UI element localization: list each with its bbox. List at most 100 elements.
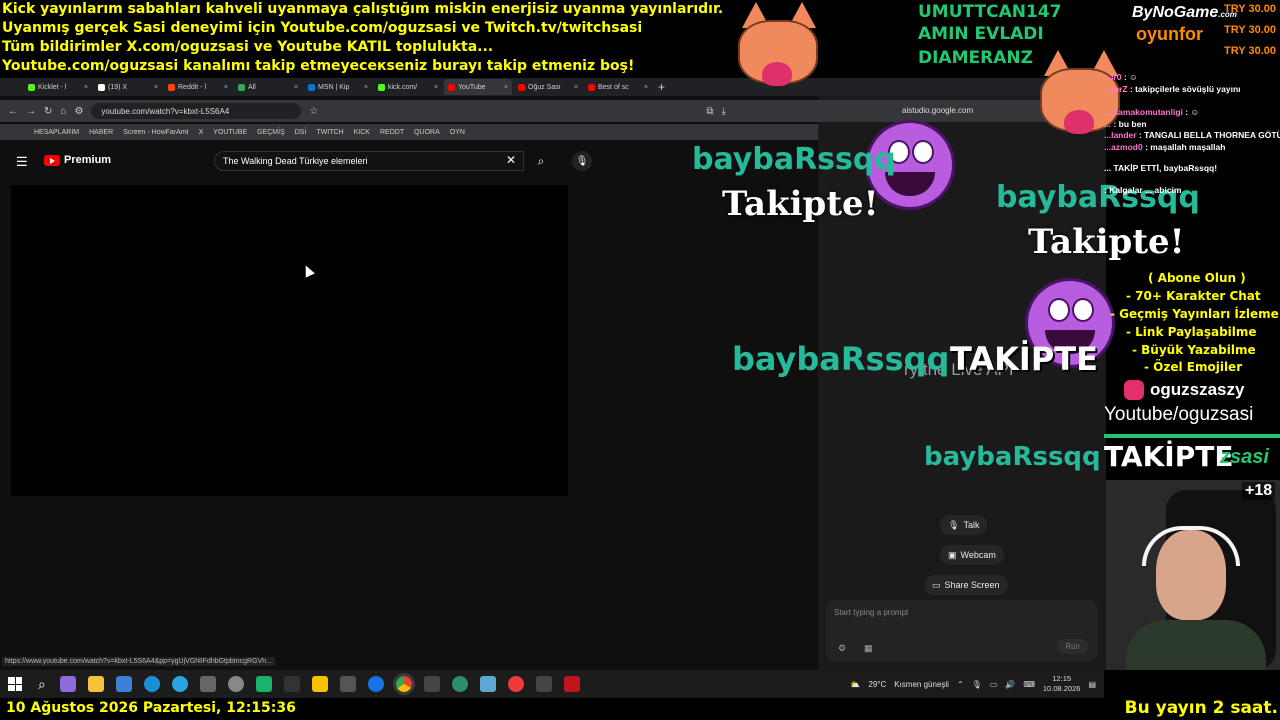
- edge-icon[interactable]: [171, 676, 188, 692]
- keyboard-icon[interactable]: ⌨: [1023, 680, 1035, 689]
- tab-2[interactable]: (19) X ×: [94, 79, 162, 95]
- network-icon[interactable]: ▭: [990, 680, 998, 689]
- obs-app-icon[interactable]: [563, 676, 580, 692]
- search-icon[interactable]: ⌕: [38, 676, 46, 693]
- banner-line-2: Uyanmış gerçek Sasi deneyimi için Youtub…: [2, 20, 643, 36]
- video-player[interactable]: [10, 184, 569, 497]
- camera-app-icon[interactable]: [199, 676, 216, 692]
- clock[interactable]: 12:15 10.08.2026: [1043, 674, 1081, 694]
- tab-3[interactable]: Reddit - l ×: [164, 79, 232, 95]
- bookmark-item[interactable]: KICK: [354, 129, 370, 136]
- check-app-icon[interactable]: [339, 676, 356, 692]
- tab-7[interactable]: YouTube ×: [444, 79, 512, 95]
- tab-6[interactable]: kick.com/ ×: [374, 79, 442, 95]
- triangle-app-icon[interactable]: [283, 676, 300, 692]
- forward-icon[interactable]: →: [26, 106, 36, 117]
- close-icon[interactable]: ×: [434, 84, 438, 91]
- tab-9[interactable]: Best of sc ×: [584, 79, 652, 95]
- hamburger-menu-icon[interactable]: ☰: [16, 154, 28, 170]
- url-field[interactable]: youtube.com/watch?v=kbxt-L5S6A4: [91, 103, 302, 119]
- back-icon[interactable]: ←: [8, 106, 18, 117]
- chat-text: : takipçilerle sövüşlü yayını: [1129, 83, 1241, 94]
- close-icon[interactable]: ×: [644, 84, 648, 91]
- chat-username: ...ir0: [1104, 72, 1122, 82]
- search-input[interactable]: The Walking Dead Türkiye elemeleri: [214, 151, 524, 171]
- new-tab-icon[interactable]: +: [658, 80, 665, 94]
- microphone-tray-icon[interactable]: 🎙: [972, 680, 982, 689]
- refresh-app-icon[interactable]: [451, 676, 468, 692]
- folder-icon[interactable]: [87, 676, 104, 692]
- promo-item: - 70+ Karakter Chat: [1126, 289, 1261, 303]
- tab-5[interactable]: MSN | Kip ×: [304, 79, 372, 95]
- youtube-play-icon: [44, 154, 60, 166]
- bookmark-item[interactable]: Screen - HowFarAmI: [123, 129, 188, 136]
- close-icon[interactable]: ×: [294, 84, 298, 91]
- run-button[interactable]: Run: [1057, 639, 1088, 654]
- start-icon[interactable]: [8, 677, 22, 691]
- sponsor-brand: ByNoGame: [1132, 4, 1219, 21]
- chat-username: ...torZ: [1104, 83, 1128, 94]
- bookmark-item[interactable]: REDDT: [380, 129, 404, 136]
- downloads-icon[interactable]: ⤓: [722, 106, 726, 117]
- tab-favicon-icon: [518, 83, 525, 91]
- tab-8[interactable]: Oğuz Sası ×: [514, 79, 582, 95]
- bookmark-item[interactable]: OYN: [450, 129, 465, 136]
- files-app-icon[interactable]: [479, 676, 496, 692]
- clear-search-icon[interactable]: ✕: [506, 153, 516, 167]
- notes-app-icon[interactable]: [311, 676, 328, 692]
- tab-4[interactable]: All ×: [234, 79, 302, 95]
- edge-dev-icon[interactable]: [143, 676, 160, 692]
- vivaldi-icon[interactable]: [507, 676, 524, 692]
- tab-1[interactable]: Kicklet - l ×: [24, 79, 92, 95]
- promo-item: - Link Paylaşabilme: [1126, 325, 1257, 339]
- close-icon[interactable]: ×: [224, 84, 228, 91]
- microphone-icon[interactable]: 🎙: [572, 151, 592, 171]
- site-info-icon[interactable]: ⚙: [74, 106, 83, 117]
- bookmark-item[interactable]: HABER: [89, 129, 113, 136]
- close-icon[interactable]: ×: [364, 84, 368, 91]
- sub-alert-line-1: UMUTTCAN147: [918, 2, 1062, 22]
- settings-app-icon[interactable]: [227, 676, 244, 692]
- volume-icon[interactable]: 🔊: [1005, 680, 1015, 689]
- close-icon[interactable]: ×: [84, 84, 88, 91]
- home-icon[interactable]: ⌂: [60, 106, 66, 117]
- webcam-button[interactable]: ▣ Webcam: [940, 545, 1004, 565]
- weather-icon: ⛅: [850, 679, 861, 689]
- close-icon[interactable]: ×: [504, 84, 508, 91]
- close-icon[interactable]: ×: [154, 84, 158, 91]
- notification-icon[interactable]: ▤: [1088, 680, 1096, 689]
- audio-app-icon[interactable]: [535, 676, 552, 692]
- monitor-app-icon[interactable]: [115, 676, 132, 692]
- bookmark-item[interactable]: QUORA: [414, 129, 440, 136]
- globe-app-icon[interactable]: [367, 676, 384, 692]
- chevron-up-icon[interactable]: ⌃: [957, 680, 964, 689]
- chrome-icon[interactable]: [392, 673, 415, 695]
- bookmark-item[interactable]: X: [199, 129, 204, 136]
- clock-time: 12:15: [1052, 674, 1072, 683]
- extensions-icon[interactable]: ⧉: [706, 106, 713, 117]
- talk-button[interactable]: 🎙 Talk: [940, 515, 988, 535]
- reload-icon[interactable]: ↻: [44, 106, 52, 117]
- grid-icon[interactable]: ▦: [864, 643, 873, 654]
- settings-icon[interactable]: ⚙: [838, 643, 846, 654]
- kick-app-icon[interactable]: [423, 676, 440, 692]
- greenshot-icon[interactable]: [255, 676, 272, 692]
- prompt-box[interactable]: Start typing a prompt ⚙ ▦ Run: [826, 600, 1098, 662]
- share-screen-button[interactable]: ▭ Share Screen: [924, 575, 1008, 595]
- chat-message: ... TAKİP ETTİ, baybaRssqq!: [1104, 163, 1280, 175]
- pen-app-icon[interactable]: [59, 676, 76, 692]
- chat-message: ...torZ : takipçilerle sövüşlü yayını: [1104, 84, 1280, 96]
- bookmark-item[interactable]: TWITCH: [316, 129, 343, 136]
- bookmark-star-icon[interactable]: ☆: [309, 106, 318, 117]
- youtube-logo[interactable]: Premium: [44, 154, 111, 166]
- bookmark-item[interactable]: DSİ: [295, 129, 307, 136]
- chat-username: ...clamakomutanligi: [1104, 107, 1183, 117]
- tab-label: Reddit - l: [178, 83, 207, 91]
- search-icon[interactable]: ⌕: [526, 151, 556, 171]
- follow-alert-caps: TAKİPTE: [1104, 440, 1234, 473]
- bookmark-item[interactable]: YOUTUBE: [213, 129, 247, 136]
- bottom-info-bar: 10 Ağustos 2026 Pazartesi, 12:15:36 Bu y…: [0, 698, 1280, 720]
- bookmark-item[interactable]: HESAPLARIM: [34, 129, 79, 136]
- close-icon[interactable]: ×: [574, 84, 578, 91]
- bookmark-item[interactable]: GEÇMİŞ: [257, 129, 285, 136]
